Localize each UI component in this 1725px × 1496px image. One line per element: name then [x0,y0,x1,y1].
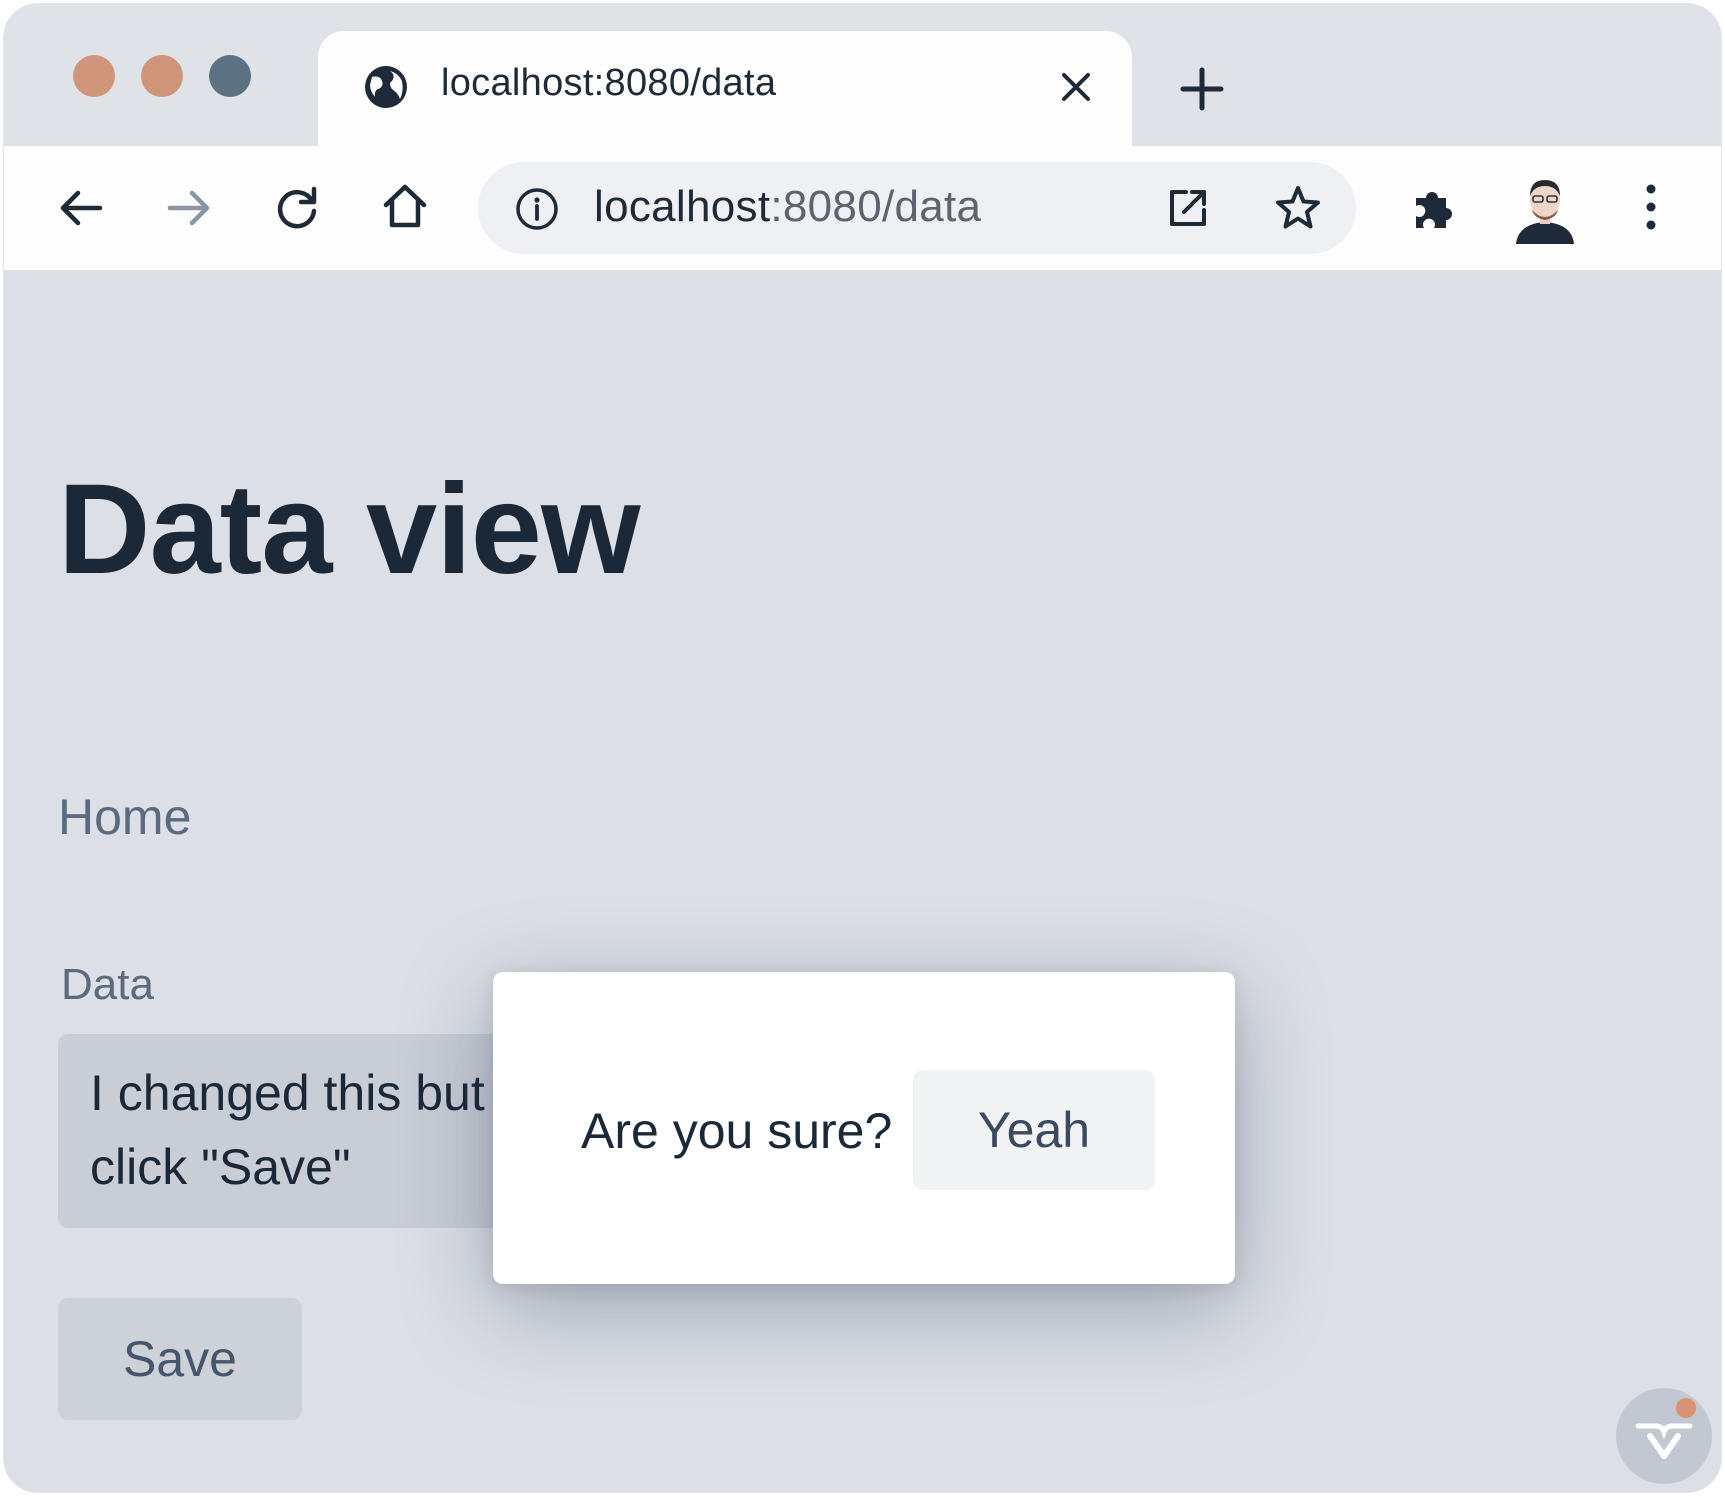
confirm-dialog: Are you sure? Yeah [493,972,1235,1284]
url-text[interactable]: localhost:8080/data [594,182,981,232]
url-path: :8080/data [770,182,982,231]
minimize-window-button[interactable] [141,55,183,97]
maximize-window-button[interactable] [209,55,251,97]
bookmark-star-icon[interactable] [1272,182,1324,234]
notification-dot [1676,1398,1696,1418]
tab-strip: localhost:8080/data [4,4,1721,161]
browser-tab[interactable]: localhost:8080/data [318,31,1132,161]
url-host: localhost [594,182,771,231]
site-info-icon[interactable] [514,186,560,232]
address-bar[interactable]: localhost:8080/data [478,162,1356,254]
back-arrow-icon[interactable] [54,181,108,235]
profile-avatar[interactable] [1512,174,1578,244]
dev-tools-badge[interactable] [1616,1388,1712,1484]
confirm-button[interactable]: Yeah [913,1070,1155,1190]
dialog-message: Are you sure? [581,1103,893,1159]
page-title: Data view [58,458,640,601]
home-icon[interactable] [378,179,432,233]
nav-link-home[interactable]: Home [58,788,191,846]
close-tab-icon[interactable] [1058,69,1094,105]
page-content: Data view Home Data I changed this but d… [4,270,1721,1492]
reload-icon[interactable] [270,181,324,235]
close-window-button[interactable] [73,55,115,97]
globe-icon [365,66,407,108]
save-button[interactable]: Save [58,1298,302,1420]
data-field-label: Data [61,960,154,1009]
forward-arrow-icon[interactable] [162,181,216,235]
extensions-puzzle-icon[interactable] [1408,180,1462,234]
browser-toolbar: localhost:8080/data [4,146,1721,270]
kebab-menu-icon[interactable] [1624,180,1678,234]
tab-title: localhost:8080/data [441,62,777,104]
browser-window: localhost:8080/data localhost:8080/data … [4,4,1721,1492]
vaadin-logo-icon [1635,1423,1693,1459]
open-external-icon[interactable] [1164,184,1212,232]
new-tab-icon[interactable] [1179,66,1225,112]
